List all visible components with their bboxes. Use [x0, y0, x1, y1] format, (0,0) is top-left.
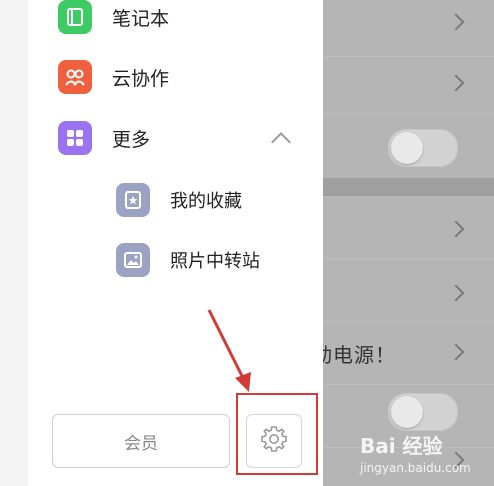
watermark-sub: jingyan.baidu.com: [360, 461, 471, 475]
watermark-main: Bai 经验: [360, 434, 443, 458]
baidu-watermark: Bai 经验 jingyan.baidu.com: [360, 430, 471, 475]
annotation-arrow: [207, 309, 251, 392]
